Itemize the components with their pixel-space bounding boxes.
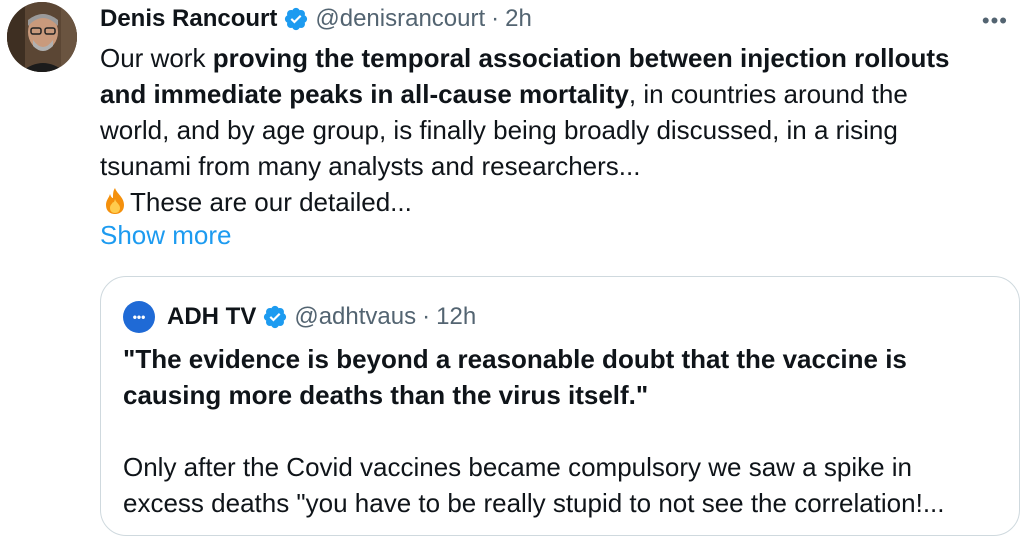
tweet-line-3: world, and by age group, is finally bein… [100, 115, 898, 145]
tweet-text-bold: proving the temporal association between… [212, 43, 950, 73]
quoted-line-3: Only after the Covid vaccines became com… [123, 452, 913, 482]
fire-emoji-icon [106, 188, 124, 214]
quoted-line-4: excess deaths "you have to be really stu… [123, 488, 945, 518]
tweet-line-5: These are our detailed... [100, 184, 1000, 220]
quoted-avatar[interactable]: ••• [123, 301, 155, 333]
quoted-tweet-text: "The evidence is beyond a reasonable dou… [123, 341, 1003, 521]
quoted-tweet-card[interactable]: ••• ADH TV @adhtvaus · 12h "The evidence… [100, 276, 1020, 536]
author-name[interactable]: Denis Rancourt [100, 5, 277, 33]
quoted-author-handle[interactable]: @adhtvaus [294, 303, 416, 331]
tweet-text-plain: These are our detailed... [130, 187, 412, 217]
avatar[interactable] [7, 2, 77, 72]
author-handle[interactable]: @denisrancourt [315, 5, 485, 33]
verified-badge-icon [285, 7, 308, 31]
verified-badge-icon [264, 305, 287, 329]
quoted-timestamp[interactable]: 12h [436, 303, 476, 331]
tweet-line-2: and immediate peaks in all-cause mortali… [100, 76, 1000, 112]
quoted-line-1: "The evidence is beyond a reasonable dou… [123, 344, 907, 374]
more-options-icon[interactable]: ••• [982, 8, 1008, 34]
tweet-text-plain: Our work [100, 43, 213, 73]
quoted-line-2: causing more deaths than the virus itsel… [123, 380, 649, 410]
tweet-text-bold: and immediate peaks in all-cause mortali… [100, 79, 629, 109]
avatar-image [7, 2, 77, 72]
tweet-line-4: tsunami from many analysts and researche… [100, 151, 641, 181]
quoted-tweet-header: ••• ADH TV @adhtvaus · 12h [123, 301, 476, 333]
separator-dot: · [491, 5, 500, 32]
tweet-header: Denis Rancourt @denisrancourt · 2h [100, 4, 532, 34]
tweet-text: Our work proving the temporal associatio… [100, 40, 1000, 220]
tweet-text-plain: , in countries around the [628, 79, 908, 109]
tweet-line-1: Our work proving the temporal associatio… [100, 40, 1000, 76]
separator-dot: · [422, 303, 431, 330]
timestamp[interactable]: 2h [505, 5, 532, 33]
quoted-author-name[interactable]: ADH TV [167, 303, 256, 331]
show-more-link[interactable]: Show more [100, 220, 232, 251]
